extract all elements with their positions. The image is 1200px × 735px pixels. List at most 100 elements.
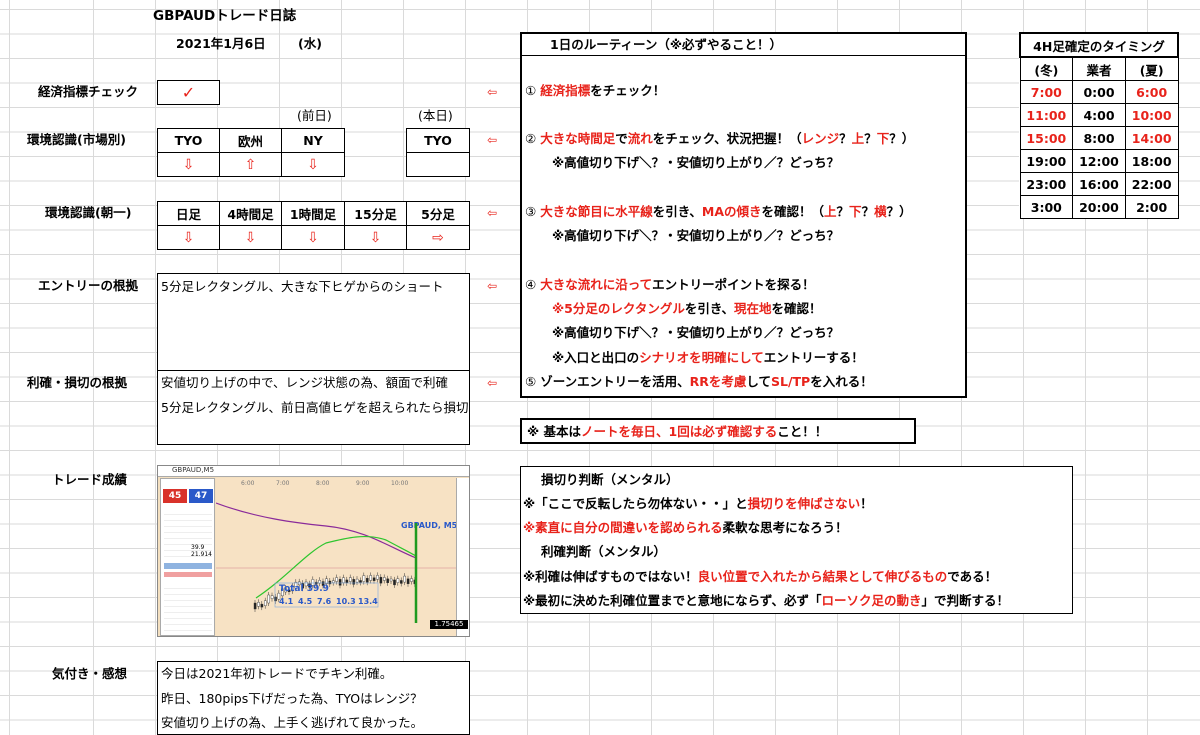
timing-header-winter: (冬): [1019, 56, 1074, 81]
chart-total-label: Total 39.9: [279, 584, 329, 594]
tf-5m-arrow[interactable]: ⇨: [406, 225, 470, 250]
trade-weekday: (水): [298, 36, 322, 51]
routine-title-box: 1日のルーティーン（※必ずやること！）: [520, 32, 967, 57]
candle-body: [365, 578, 369, 583]
indicator-check-cell[interactable]: ✓: [157, 80, 220, 105]
candle-body: [406, 578, 410, 585]
sl-mental-title: 損切り判断（メンタル）: [541, 472, 679, 487]
timing-summer-cell: 18:00: [1124, 149, 1179, 173]
check-mark-icon: ✓: [181, 83, 196, 102]
mental-box: 損切り判断（メンタル） ※「ここで反転したら勿体ない・・」と損切りを伸ばさない！…: [520, 466, 1073, 614]
market-arrow-europe[interactable]: ⇧: [219, 152, 282, 177]
routine-step-4: ④ 大きな流れに沿ってエントリーポイントを探る！: [525, 277, 815, 292]
candle-body: [362, 575, 366, 582]
entry-basis-box[interactable]: 5分足レクタングル、大きな下ヒゲからのショート: [157, 273, 470, 372]
timing-broker-cell: 8:00: [1072, 126, 1126, 150]
candle-body: [331, 580, 335, 583]
market-col-europe: 欧州: [219, 128, 282, 153]
candle-body: [328, 580, 332, 585]
candle-body: [410, 578, 413, 582]
left-arrow-icon: ⇦: [487, 133, 498, 147]
label-entry-basis: エントリーの根拠: [38, 278, 139, 293]
timing-row: 7:00 0:00 6:00: [1019, 80, 1179, 104]
routine-step-1: ① 経済指標をチェック！: [525, 83, 666, 98]
timing-table: 4H足確定のタイミング (冬) 業者 (夏) 7:00 0:00 6:00 11:00…: [1019, 32, 1179, 219]
tf-4h-arrow[interactable]: ⇩: [219, 225, 282, 250]
today-arrow-cell[interactable]: [406, 152, 470, 177]
notes-line-1: 今日は2021年初トレードでチキン利確。: [161, 666, 393, 681]
candle-body: [342, 577, 345, 583]
timing-title: 4H足確定のタイミング: [1019, 32, 1179, 58]
chart-trade-3: 7.6: [317, 597, 332, 606]
timing-row: 23:00 16:00 22:00: [1019, 172, 1179, 196]
label-trade-result: トレード成績: [52, 472, 128, 487]
candle-body: [386, 578, 390, 584]
chart-left-panel: 45 47 39.9 21.914: [160, 478, 215, 636]
candle-body: [355, 578, 359, 583]
timing-winter-cell: 11:00: [1019, 103, 1074, 127]
notes-line-2: 昨日、180pips下げだった為、TYOはレンジ？: [161, 691, 423, 706]
chart-time-label: 10:00: [391, 480, 408, 487]
tf-15m-arrow[interactable]: ⇩: [344, 225, 407, 250]
chart-price-tag: 1.75465: [430, 620, 468, 629]
routine-step-4-sub-1: ※5分足のレクタングルを引き、現在地を確認！: [552, 301, 822, 316]
down-arrow-icon: ⇩: [244, 229, 257, 246]
left-arrow-icon: ⇦: [487, 206, 498, 220]
timing-winter-cell: 7:00: [1019, 80, 1074, 104]
chart-price-axis: [456, 478, 469, 636]
timing-broker-cell: 16:00: [1072, 172, 1126, 196]
timing-header-summer: (夏): [1124, 56, 1179, 81]
tf-1h-arrow[interactable]: ⇩: [281, 225, 345, 250]
timing-winter-cell: 3:00: [1019, 195, 1074, 219]
tf-4h: 4時間足: [219, 201, 282, 226]
down-arrow-icon: ⇩: [182, 156, 195, 173]
timing-broker-cell: 20:00: [1072, 195, 1126, 219]
market-arrow-ny[interactable]: ⇩: [281, 152, 345, 177]
right-arrow-icon: ⇨: [432, 229, 444, 246]
routine-title: 1日のルーティーン（※必ずやること！）: [550, 37, 782, 52]
label-env-morning: 環境認識(朝一): [45, 205, 132, 220]
notes-box[interactable]: 今日は2021年初トレードでチキン利確。 昨日、180pips下げだった為、TY…: [157, 661, 470, 735]
tpsl-basis-box[interactable]: 安値切り上げの中で、レンジ状態の為、額面で利確 5分足レクタングル、前日高値ヒゲ…: [157, 370, 470, 445]
chart-plot: 6:00 7:00 8:00 9:00 10:00 GBPAUD, M5 Tot…: [216, 478, 456, 636]
today-label: (本日): [418, 108, 453, 123]
tf-daily-arrow[interactable]: ⇩: [157, 225, 220, 250]
daily-note-text: ※ 基本はノートを毎日、1回は必ず確認すること！！: [527, 424, 828, 439]
routine-step-2: ② 大きな時間足で流れをチェック、状況把握！（レンジ？上？下？）: [525, 131, 915, 146]
timing-winter-cell: 19:00: [1019, 149, 1074, 173]
left-arrow-icon: ⇦: [487, 376, 498, 390]
candle-body: [264, 600, 267, 606]
tp-mental-line-1: ※利確は伸ばすものではない！良い位置で入れたから結果として伸びるものである！: [523, 569, 998, 584]
chart-time-label: 7:00: [276, 480, 290, 487]
candle-body: [270, 595, 274, 599]
up-arrow-icon: ⇧: [244, 156, 257, 173]
tf-1h: 1時間足: [281, 201, 345, 226]
routine-step-4-sub-3: ※入口と出口のシナリオを明確にしてエントリーする！: [552, 350, 864, 365]
chart-trade-4: 10.3: [336, 597, 356, 606]
left-arrow-icon: ⇦: [487, 85, 498, 99]
candle-body: [260, 603, 264, 608]
candle-body: [376, 575, 379, 580]
chart-time-label: 6:00: [241, 480, 255, 487]
candle-body: [379, 576, 383, 584]
label-notes: 気付き・感想: [52, 666, 128, 681]
candle-body: [338, 579, 342, 586]
candle-body: [382, 577, 386, 581]
today-col-tyo: TYO: [406, 128, 470, 153]
down-arrow-icon: ⇩: [369, 229, 382, 246]
market-arrow-tyo[interactable]: ⇩: [157, 152, 220, 177]
trade-chart-screenshot: GBPAUD,M5 45 47 39.9 21.914 6:00 7:00 8:…: [157, 465, 470, 637]
market-col-tyo: TYO: [157, 128, 220, 153]
candle-body: [348, 577, 352, 582]
sl-mental-line-1: ※「ここで反転したら勿体ない・・」と損切りを伸ばさない！: [523, 496, 873, 511]
timing-row: 15:00 8:00 14:00: [1019, 126, 1179, 150]
trade-date: 2021年1月6日: [176, 36, 266, 51]
daily-note-box: ※ 基本はノートを毎日、1回は必ず確認すること！！: [520, 418, 916, 444]
candle-body: [345, 579, 349, 584]
down-arrow-icon: ⇩: [182, 229, 195, 246]
tf-daily: 日足: [157, 201, 220, 226]
timing-winter-cell: 15:00: [1019, 126, 1074, 150]
candle-body: [335, 577, 338, 582]
candle-body: [257, 602, 260, 607]
entry-basis-text: 5分足レクタングル、大きな下ヒゲからのショート: [161, 279, 444, 294]
